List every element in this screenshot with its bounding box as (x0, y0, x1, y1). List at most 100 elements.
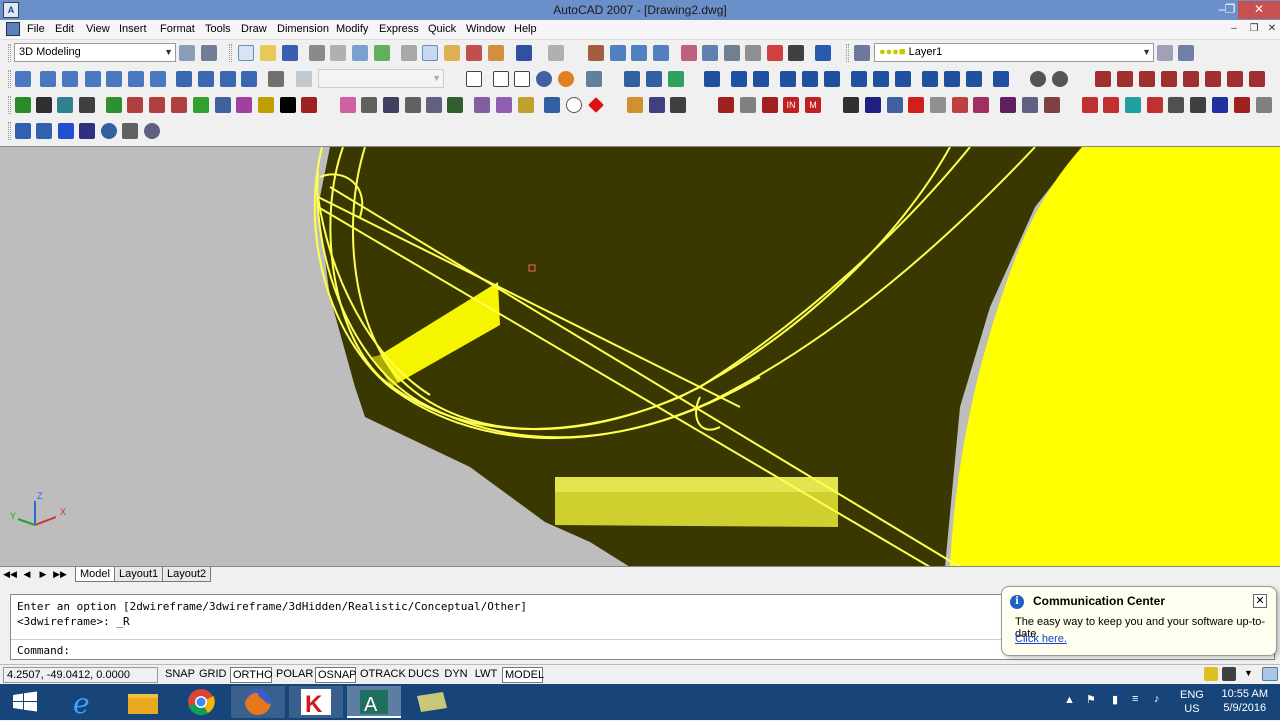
wipeout-icon[interactable] (474, 97, 490, 113)
ne-iso-icon[interactable] (220, 71, 236, 87)
mline-icon[interactable] (383, 97, 399, 113)
named-ucs-icon[interactable] (15, 71, 31, 87)
ucs-previous-icon[interactable] (753, 71, 769, 87)
ucs-icon[interactable] (704, 71, 720, 87)
triangle-icon[interactable] (171, 97, 187, 113)
autocad-drawing-icon[interactable] (405, 686, 459, 718)
insert-block-icon[interactable] (258, 97, 274, 113)
sweep-icon[interactable] (58, 123, 74, 139)
dim-linear-icon[interactable] (718, 97, 734, 113)
snap-toggle[interactable]: SNAP (163, 667, 195, 683)
toolbar-grip[interactable] (846, 44, 849, 62)
tool-palettes-icon[interactable] (724, 45, 740, 61)
spell-icon[interactable] (1205, 71, 1221, 87)
prev-tab-icon[interactable]: ◀ (20, 568, 34, 581)
snap-icon[interactable] (36, 97, 52, 113)
visual-style-manager-icon[interactable] (586, 71, 602, 87)
rectangle-icon[interactable] (518, 97, 534, 113)
tab-layout1[interactable]: Layout1 (114, 567, 164, 582)
make-current-layer-icon[interactable] (1157, 45, 1173, 61)
markup-icon[interactable] (767, 45, 783, 61)
erase-icon[interactable] (301, 97, 317, 113)
new-icon[interactable] (238, 45, 254, 61)
toolbar-grip[interactable] (229, 44, 232, 62)
number-icon[interactable] (1183, 71, 1199, 87)
cut-icon[interactable] (401, 45, 417, 61)
lock-icon[interactable] (1222, 667, 1236, 681)
last-tab-icon[interactable]: ▶▶ (53, 568, 67, 581)
revolve-icon[interactable] (79, 123, 95, 139)
3d-orbit-icon[interactable] (646, 71, 662, 87)
realistic-icon[interactable] (536, 71, 552, 87)
ucs-view-icon[interactable] (824, 71, 840, 87)
table-style-icon[interactable] (1117, 71, 1133, 87)
view-front-icon[interactable] (128, 71, 144, 87)
design-center-icon[interactable] (702, 45, 718, 61)
chrome-icon[interactable] (174, 686, 228, 718)
torus-icon[interactable] (1190, 97, 1206, 113)
document-icon[interactable] (6, 22, 20, 36)
workspace-save-icon[interactable] (201, 45, 217, 61)
drawing-viewport[interactable]: X Y Z (0, 146, 1280, 566)
match-properties-icon[interactable] (466, 45, 482, 61)
first-tab-icon[interactable]: ◀◀ (3, 568, 17, 581)
quickcalc-icon[interactable] (788, 45, 804, 61)
ucs-face-icon[interactable] (780, 71, 796, 87)
extrude-icon[interactable] (15, 123, 31, 139)
menu-tools[interactable]: Tools (205, 23, 231, 35)
copy-icon[interactable] (422, 45, 438, 61)
revcloud-icon[interactable] (361, 97, 377, 113)
layer-select[interactable]: ●●●■ Layer1 ▼ (874, 43, 1154, 62)
visual-styles-select[interactable]: ▼ (318, 69, 444, 88)
box-icon[interactable] (1082, 97, 1098, 113)
presspull-icon[interactable] (36, 123, 52, 139)
menu-modify[interactable]: Modify (336, 23, 368, 35)
dim-aligned-icon[interactable] (740, 97, 756, 113)
tab-layout2[interactable]: Layout2 (162, 567, 212, 582)
workspace-settings-icon[interactable] (179, 45, 195, 61)
3d-fly-icon[interactable] (668, 71, 684, 87)
grid-toggle[interactable]: GRID (197, 667, 228, 683)
dim-in-icon[interactable]: IN (783, 97, 799, 113)
field-icon[interactable] (1161, 71, 1177, 87)
dim-arc-icon[interactable] (762, 97, 778, 113)
dyn-toggle[interactable]: DYN (442, 667, 470, 683)
coordinate-display[interactable]: 4.2507, -49.0412, 0.0000 (3, 667, 158, 683)
polysolid-icon[interactable] (1234, 97, 1250, 113)
3d-wireframe-icon[interactable] (493, 71, 509, 87)
command-prompt[interactable]: Command: (17, 644, 70, 657)
menu-view[interactable]: View (86, 23, 110, 35)
view-top-icon[interactable] (40, 71, 56, 87)
zoom-realtime-icon[interactable] (610, 45, 626, 61)
zoom-previous-icon[interactable] (653, 45, 669, 61)
cylinder-icon[interactable] (1168, 97, 1184, 113)
menu-insert[interactable]: Insert (119, 23, 147, 35)
restore-button[interactable]: ❐ (1222, 1, 1238, 19)
line-icon[interactable] (236, 97, 252, 113)
menu-file[interactable]: File (27, 23, 45, 35)
gradient-icon[interactable] (426, 97, 442, 113)
union-icon[interactable] (144, 123, 160, 139)
menu-edit[interactable]: Edit (55, 23, 74, 35)
view-right-icon[interactable] (106, 71, 122, 87)
view-left-icon[interactable] (85, 71, 101, 87)
3d-hidden-icon[interactable] (514, 71, 530, 87)
dim-m-icon[interactable]: M (805, 97, 821, 113)
pyramid-icon[interactable] (1212, 97, 1228, 113)
autocad-taskbar-icon[interactable]: A (347, 686, 401, 718)
next-tab-icon[interactable]: ▶ (36, 568, 50, 581)
sheet-set-icon[interactable] (745, 45, 761, 61)
arc-3pt-icon[interactable] (544, 97, 560, 113)
pattern-icon[interactable] (930, 97, 946, 113)
doc-restore-button[interactable]: ❐ (1244, 23, 1264, 37)
point-icon[interactable] (280, 97, 296, 113)
zoom-window-icon[interactable] (631, 45, 647, 61)
chamfer-icon[interactable] (1044, 97, 1060, 113)
extend-icon[interactable] (973, 97, 989, 113)
doc-minimize-button[interactable]: – (1224, 23, 1244, 37)
help-icon[interactable] (815, 45, 831, 61)
status-menu-icon[interactable]: ▼ (1244, 668, 1256, 680)
nw-iso-icon[interactable] (241, 71, 257, 87)
properties-icon[interactable] (681, 45, 697, 61)
3d-pan-icon[interactable] (624, 71, 640, 87)
